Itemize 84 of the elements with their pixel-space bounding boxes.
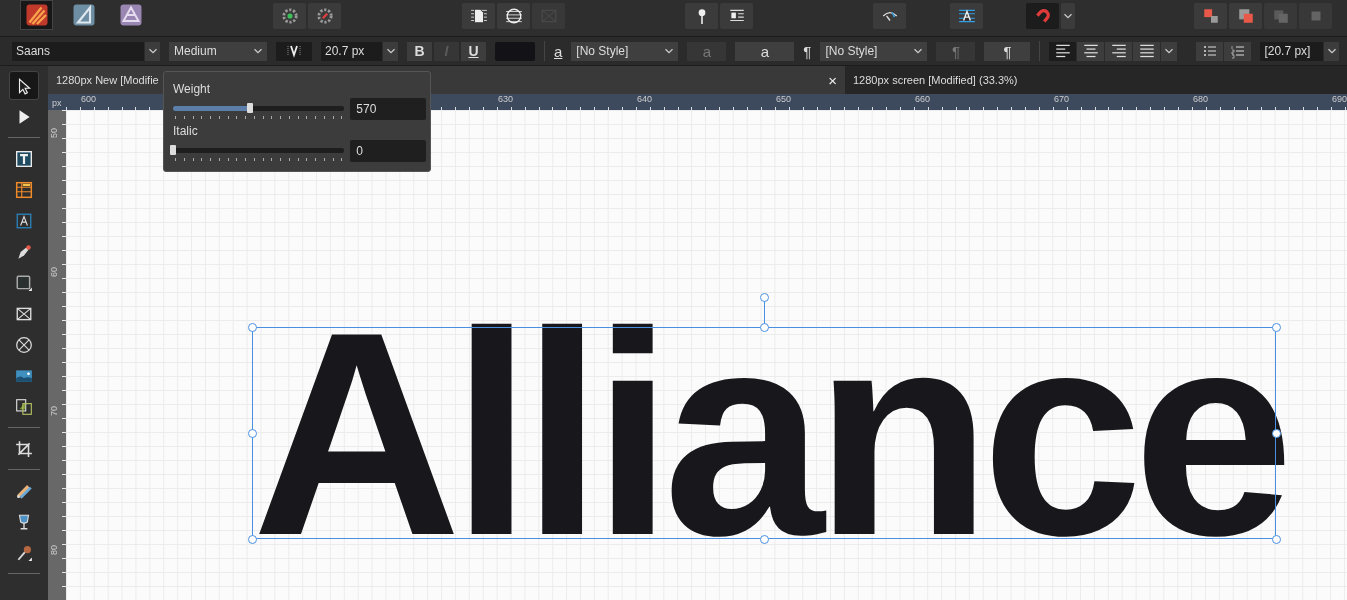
paragraph-style-dropdown[interactable]: [No Style] (820, 41, 928, 61)
bullet-list-icon (1201, 43, 1218, 59)
paragraph-style-label: ¶ (803, 42, 812, 60)
stripes-app-icon (24, 3, 49, 27)
triangle-app-icon (71, 3, 96, 27)
document-tab[interactable]: 1280px screen [Modified] (33.3%) (845, 66, 1347, 94)
stacked-squares-icon (1271, 7, 1290, 25)
toolbar-button[interactable] (308, 3, 341, 29)
toolbar-button[interactable] (1061, 3, 1075, 29)
format-button[interactable]: B (407, 41, 432, 61)
variable-font-icon (286, 43, 302, 59)
numbered-list-button[interactable] (1224, 41, 1252, 61)
stacked-squares-icon (1201, 7, 1220, 25)
align-left-icon (1053, 42, 1072, 60)
linked-frames-icon (15, 397, 33, 416)
ruler-label: 690 (1332, 94, 1347, 104)
character-style-dropdown[interactable]: [No Style] (571, 41, 679, 61)
alignment-dropdown-button[interactable] (1161, 41, 1178, 61)
axis-value-field[interactable]: 0 (350, 140, 426, 162)
toolbar-button[interactable] (1229, 3, 1262, 29)
ruler-label: 640 (637, 94, 653, 104)
circle-x-icon (15, 335, 33, 354)
page-icon (469, 7, 488, 25)
tool-button[interactable] (9, 71, 39, 100)
numbered-list-icon (1229, 43, 1246, 59)
ruler-label: 680 (1193, 94, 1209, 104)
variable-font-button[interactable] (276, 41, 312, 61)
ruler-label: 600 (81, 94, 97, 104)
toolbar-button[interactable] (462, 3, 495, 29)
dropdown-button[interactable] (145, 41, 160, 61)
toolbar-button[interactable] (685, 3, 718, 29)
gear-icon (280, 7, 299, 25)
gear-slash-icon (315, 7, 334, 25)
format-button[interactable]: U (461, 41, 486, 61)
justify-icon (1137, 42, 1156, 60)
ruler-label: 80 (49, 545, 59, 555)
crop-icon (15, 439, 33, 458)
toolbar-button[interactable] (273, 3, 306, 29)
axis-value-field[interactable]: 570 (350, 98, 426, 120)
font-family-field[interactable]: Saans (12, 41, 144, 61)
close-button[interactable]: × (828, 71, 837, 89)
alignment-button[interactable] (1049, 41, 1077, 61)
character-panel-button[interactable]: a (735, 41, 795, 61)
text-color-swatch[interactable] (495, 41, 535, 61)
ruler-label: 630 (498, 94, 514, 104)
paragraph-panel-button[interactable]: ¶ (984, 41, 1031, 61)
leading-field[interactable]: [20.7 px] (1260, 41, 1324, 61)
text-icon (15, 211, 33, 230)
toolbar-button[interactable] (497, 3, 530, 29)
bullet-list-button[interactable] (1196, 41, 1224, 61)
dropdown-button[interactable] (1324, 41, 1340, 61)
axis-label: Italic (173, 124, 198, 138)
font-size-field[interactable]: 20.7 px (321, 41, 382, 61)
stacked-squares-icon (1236, 7, 1255, 25)
magnet-icon (1033, 7, 1052, 25)
ruler-label: 60 (49, 267, 59, 277)
ruler-label: 670 (1054, 94, 1070, 104)
align-right-icon (1109, 42, 1128, 60)
ruler-unit: px (52, 97, 62, 110)
ruler-label: 660 (915, 94, 931, 104)
rectangle-icon (15, 273, 33, 292)
toolbar-button[interactable] (720, 3, 753, 29)
alignment-button[interactable] (1133, 41, 1161, 61)
toolbar-button[interactable] (873, 3, 906, 29)
toolbar-button[interactable] (1194, 3, 1227, 29)
ruler-label: 70 (49, 406, 59, 416)
text-frame-icon (957, 7, 976, 25)
font-style-dropdown[interactable]: Medium (169, 41, 267, 61)
dropdown-button[interactable] (383, 41, 398, 61)
table-icon (15, 180, 33, 199)
ruler-label: 50 (49, 128, 59, 138)
brush-icon (15, 543, 33, 562)
ruler-label: 650 (776, 94, 792, 104)
text-frame-icon (15, 149, 33, 168)
axis-label: Weight (173, 82, 211, 96)
toolbar-button[interactable] (950, 3, 983, 29)
aperture-app-icon (118, 3, 143, 27)
circle-lines-icon (504, 7, 523, 25)
align-center-icon (1081, 42, 1100, 60)
alignment-button[interactable] (1105, 41, 1133, 61)
pen-icon (15, 242, 33, 261)
alignment-button[interactable] (1077, 41, 1105, 61)
character-style-label: a (554, 42, 563, 60)
persona-button[interactable] (20, 0, 53, 30)
